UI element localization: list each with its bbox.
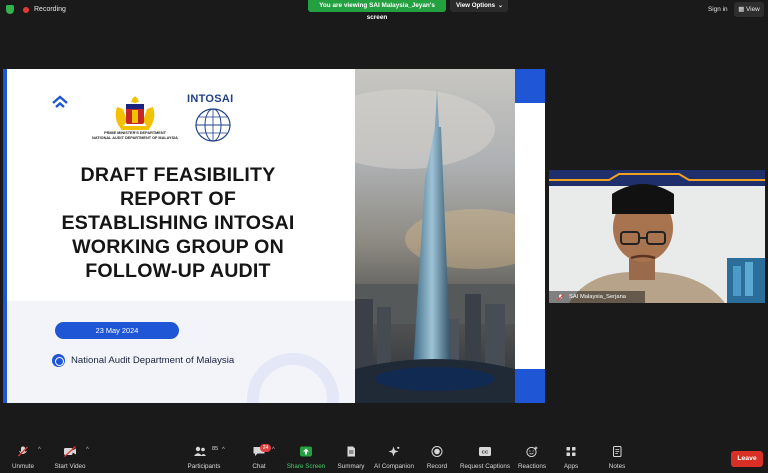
participant-video-tile[interactable]: SAI Malaysia_Serjana bbox=[549, 170, 765, 303]
meeting-toolbar: Unmute ^ Start Video ^ 85 Participants ^ bbox=[0, 441, 768, 473]
slide-left-edge bbox=[3, 69, 7, 403]
start-video-label: Start Video bbox=[54, 463, 86, 470]
view-label: View bbox=[746, 6, 760, 13]
chevron-down-icon: ⌄ bbox=[497, 3, 503, 9]
ai-companion-label: AI Companion bbox=[374, 463, 414, 470]
sparkle-icon bbox=[388, 446, 400, 457]
top-bar: Recording You are viewing SAI Malaysia_J… bbox=[0, 0, 768, 22]
skyscraper-photo bbox=[355, 69, 515, 403]
notes-icon bbox=[613, 446, 622, 457]
chevron-up-icon[interactable]: ^ bbox=[272, 447, 275, 453]
chat-unread-badge: 24 bbox=[260, 444, 271, 452]
request-captions-button[interactable]: CC Request Captions bbox=[460, 441, 510, 473]
leave-button[interactable]: Leave bbox=[731, 451, 763, 467]
participants-button[interactable]: 85 Participants bbox=[184, 441, 224, 473]
department-row: National Audit Department of Malaysia bbox=[52, 354, 234, 367]
recording-label: Recording bbox=[34, 6, 66, 13]
viewing-screen-banner: You are viewing SAI Malaysia_Jeyan's scr… bbox=[308, 0, 446, 21]
record-button[interactable]: Record bbox=[422, 441, 452, 473]
chat-label: Chat bbox=[252, 463, 266, 470]
unmute-button[interactable]: Unmute bbox=[8, 441, 38, 473]
notes-label: Notes bbox=[608, 463, 626, 470]
title-line: WORKING GROUP ON bbox=[72, 236, 284, 258]
shared-screen-slide: PRIME MINISTER'S DEPARTMENT NATIONAL AUD… bbox=[3, 69, 545, 403]
title-line: ESTABLISHING INTOSAI bbox=[61, 212, 295, 234]
notes-button[interactable]: Notes bbox=[602, 441, 632, 473]
record-icon bbox=[431, 446, 443, 457]
crest-caption-line2: NATIONAL AUDIT DEPARTMENT OF MALAYSIA bbox=[92, 136, 178, 140]
view-options-label: View Options bbox=[456, 2, 496, 9]
share-screen-icon bbox=[300, 446, 312, 457]
shield-icon bbox=[6, 5, 14, 14]
participant-name: SAI Malaysia_Serjana bbox=[569, 294, 627, 300]
blue-block bbox=[515, 69, 545, 103]
video-off-icon bbox=[64, 446, 76, 457]
view-options-button[interactable]: View Options ⌄ bbox=[450, 0, 508, 12]
date-pill: 23 May 2024 bbox=[55, 322, 179, 339]
title-line: FOLLOW-UP AUDIT bbox=[85, 260, 271, 282]
share-screen-button[interactable]: Share Screen bbox=[284, 441, 328, 473]
reactions-button[interactable]: Reactions bbox=[516, 441, 548, 473]
view-button[interactable]: ▦ View bbox=[734, 2, 764, 17]
crest-caption: PRIME MINISTER'S DEPARTMENT NATIONAL AUD… bbox=[83, 131, 187, 141]
participants-count: 85 bbox=[212, 446, 219, 452]
record-label: Record bbox=[426, 463, 448, 470]
city-skyline-image bbox=[355, 89, 515, 403]
participants-label: Participants bbox=[187, 463, 221, 470]
title-line: REPORT OF bbox=[119, 188, 237, 210]
blue-block bbox=[515, 369, 545, 403]
recording-indicator: Recording bbox=[6, 5, 66, 14]
request-captions-label: Request Captions bbox=[460, 463, 511, 470]
unmute-label: Unmute bbox=[11, 463, 35, 470]
chevron-up-icon[interactable]: ^ bbox=[38, 447, 41, 453]
department-label: National Audit Department of Malaysia bbox=[71, 355, 235, 366]
summary-label: Summary bbox=[337, 463, 365, 470]
document-icon bbox=[347, 446, 355, 457]
zoom-meeting-window: Recording You are viewing SAI Malaysia_J… bbox=[0, 0, 768, 473]
participants-icon bbox=[194, 446, 206, 456]
participant-video-image bbox=[549, 170, 765, 303]
sign-in-link[interactable]: Sign in bbox=[708, 6, 728, 13]
reactions-label: Reactions bbox=[517, 463, 546, 470]
globe-icon bbox=[52, 354, 65, 367]
muted-mic-icon bbox=[557, 294, 564, 301]
start-video-button[interactable]: Start Video bbox=[52, 441, 88, 473]
captions-icon: CC bbox=[479, 447, 491, 456]
summary-button[interactable]: Summary bbox=[334, 441, 368, 473]
slide-content-panel: PRIME MINISTER'S DEPARTMENT NATIONAL AUD… bbox=[3, 69, 355, 403]
chat-button[interactable]: 24 Chat bbox=[244, 441, 274, 473]
smiley-icon bbox=[526, 446, 538, 457]
intosai-label: INTOSAI bbox=[187, 93, 234, 105]
apps-button[interactable]: Apps bbox=[556, 441, 586, 473]
record-dot-icon bbox=[23, 6, 29, 13]
malaysia-coat-of-arms-icon bbox=[115, 96, 155, 130]
slide-right-edge bbox=[515, 69, 545, 403]
ai-companion-button[interactable]: AI Companion bbox=[372, 441, 416, 473]
title-line: DRAFT FEASIBILITY bbox=[80, 164, 276, 186]
grid-icon: ▦ bbox=[738, 6, 745, 13]
chevron-up-icon[interactable]: ^ bbox=[222, 447, 225, 453]
apps-label: Apps bbox=[563, 463, 579, 470]
muted-mic-icon bbox=[18, 446, 28, 457]
share-screen-label: Share Screen bbox=[286, 463, 326, 470]
slide-title: DRAFT FEASIBILITY REPORT OF ESTABLISHING… bbox=[43, 163, 313, 283]
apps-icon bbox=[566, 447, 576, 456]
chevron-up-icon[interactable]: ^ bbox=[86, 447, 89, 453]
intosai-globe-icon bbox=[195, 108, 231, 142]
svg-text:CC: CC bbox=[482, 450, 489, 455]
chevron-logo-icon bbox=[52, 95, 68, 108]
